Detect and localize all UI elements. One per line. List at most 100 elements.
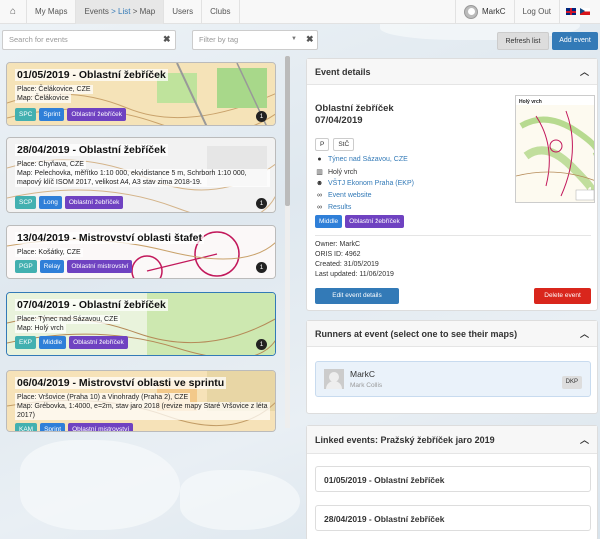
event-place: Place: Vršovice (Praha 10) a Vinohrady (… [15, 393, 191, 402]
event-card-selected[interactable]: 07/04/2019 - Oblastní žebříček Place: Tý… [6, 292, 276, 356]
runner-club-badge: DKP [561, 376, 582, 389]
event-place-row: ● Týnec nad Sázavou, CZE [315, 156, 408, 163]
users-icon: ☻ [315, 180, 324, 187]
scrollbar-thumb[interactable] [285, 56, 290, 206]
event-place: Place: Košátky, CZE [15, 248, 83, 257]
event-owner: Owner: MarkC [315, 241, 361, 248]
runner-card[interactable]: MarkC Mark Collis DKP [315, 361, 591, 397]
type-tag: Sprint [40, 423, 66, 431]
panel-title: Event details [315, 66, 371, 77]
event-website-link[interactable]: Event website [328, 192, 372, 199]
runner-count-badge: 1 [256, 111, 267, 122]
runner-count-badge: 1 [256, 198, 267, 209]
cz-flag-icon[interactable] [580, 8, 590, 15]
event-club-link[interactable]: VŠTJ Ekonom Praha (EKP) [328, 180, 414, 187]
edit-event-button[interactable]: Edit event details [315, 288, 399, 304]
map-marker-icon: ● [317, 156, 322, 163]
event-place: Place: Týnec nad Sázavou, CZE [15, 315, 121, 324]
event-map-thumbnail[interactable]: Holý vrch [515, 95, 595, 203]
nav-events-label[interactable]: Events [84, 7, 108, 16]
home-icon[interactable]: ⌂ [0, 6, 26, 17]
chevron-up-icon[interactable]: ︿ [580, 433, 589, 446]
linked-event-item[interactable]: 28/04/2019 - Oblastní žebříček [315, 505, 591, 531]
event-list-scrollbar[interactable] [285, 56, 290, 428]
event-level-pill: P [315, 138, 330, 151]
link-icon: ∞ [317, 204, 322, 211]
level-tag: Oblastní žebříček [67, 108, 126, 121]
runner-count-badge: 1 [256, 262, 267, 273]
event-date: 07/04/2019 [315, 115, 363, 126]
panel-title: Linked events: Pražský žebříček jaro 201… [315, 434, 495, 445]
navbar: ⌂ My Maps Events > List > Map Users Club… [0, 0, 600, 24]
event-title: Oblastní žebříček 07/04/2019 [315, 103, 394, 127]
nav-events-map[interactable]: > Map [133, 7, 155, 16]
event-card[interactable]: 13/04/2019 - Mistrovství oblasti štafet … [6, 225, 276, 279]
tag-filter-select[interactable]: Filter by tag [192, 30, 318, 50]
user-photo-icon [324, 369, 344, 389]
club-tag: SCP [15, 196, 37, 209]
logout-link[interactable]: Log Out [515, 7, 559, 16]
type-tag: Sprint [39, 108, 65, 121]
runners-header[interactable]: Runners at event (select one to see thei… [307, 321, 597, 347]
link-icon: ∞ [317, 192, 322, 199]
level-tag: Oblastní žebříček [64, 196, 124, 209]
event-title: 28/04/2019 - Oblastní žebříček [15, 144, 168, 156]
nav-clubs[interactable]: Clubs [202, 7, 238, 16]
event-created: Created: 31/05/2019 [315, 261, 379, 268]
event-card[interactable]: 06/04/2019 - Mistrovství oblasti ve spri… [6, 370, 276, 432]
user-menu[interactable]: MarkC [456, 4, 514, 19]
club-tag: SPC [15, 108, 37, 121]
linked-events-header[interactable]: Linked events: Pražský žebříček jaro 201… [307, 426, 597, 454]
event-title: 01/05/2019 - Oblastní žebříček [15, 69, 168, 81]
level-tag: Oblastní žebříček [345, 215, 404, 228]
event-map-name: Holý vrch [328, 168, 358, 176]
event-results-link[interactable]: Results [328, 204, 351, 211]
type-tag: Middle [39, 336, 67, 349]
linked-event-item[interactable]: 01/05/2019 - Oblastní žebříček [315, 466, 591, 492]
nav-events[interactable]: Events > List > Map [76, 0, 164, 24]
runners-panel: Runners at event (select one to see thei… [306, 320, 598, 414]
panel-title: Runners at event (select one to see thei… [315, 328, 518, 339]
club-tag: EKP [15, 336, 37, 349]
runner-count-badge: 1 [256, 339, 267, 350]
clear-search-icon[interactable]: ✖ [163, 34, 171, 45]
event-map: Map: Pelechovka, měřítko 1:10 000, ekvid… [15, 169, 270, 187]
event-website-row: ∞ Event website [315, 192, 372, 199]
event-map: Map: Grébovka, 1:4000, e=2m, stav jaro 2… [15, 402, 270, 420]
event-title: 07/04/2019 - Oblastní žebříček [15, 299, 168, 311]
nav-my-maps[interactable]: My Maps [27, 7, 75, 16]
event-oris-id: ORIS ID: 4962 [315, 251, 361, 258]
type-tag: Long [39, 196, 62, 209]
event-list: 01/05/2019 - Oblastní žebříček Place: Če… [0, 56, 283, 539]
username[interactable]: MarkC [482, 7, 506, 16]
event-region-pill: StČ [333, 138, 355, 151]
event-results-row: ∞ Results [315, 204, 351, 211]
event-card[interactable]: 01/05/2019 - Oblastní žebříček Place: Če… [6, 62, 276, 126]
event-place-link[interactable]: Týnec nad Sázavou, CZE [328, 156, 408, 163]
event-club-row: ☻ VŠTJ Ekonom Praha (EKP) [315, 180, 414, 187]
clear-tag-icon[interactable]: ✖ [306, 34, 314, 45]
add-event-button[interactable]: Add event [552, 32, 598, 50]
nav-events-list[interactable]: > List [111, 7, 130, 16]
type-tag: Middle [315, 215, 343, 228]
runner-fullname: Mark Collis [350, 382, 383, 389]
event-map: Map: Holý vrch [15, 324, 66, 333]
level-tag: Oblastní žebříček [69, 336, 128, 349]
chevron-up-icon[interactable]: ︿ [580, 327, 589, 340]
level-tag: Oblastní mistrovství [68, 423, 134, 431]
event-card[interactable]: 28/04/2019 - Oblastní žebříček Place: Ch… [6, 137, 276, 213]
chevron-up-icon[interactable]: ︿ [580, 65, 589, 78]
nav-users[interactable]: Users [164, 7, 201, 16]
refresh-list-button[interactable]: Refresh list [497, 32, 549, 50]
filter-bar: Search for events ✖ Filter by tag ▼ ✖ Re… [0, 30, 600, 52]
avatar [463, 4, 478, 19]
level-tag: Oblastní mistrovství [67, 260, 133, 273]
delete-event-button[interactable]: Delete event [534, 288, 591, 304]
search-input[interactable]: Search for events [2, 30, 176, 50]
chevron-down-icon[interactable]: ▼ [291, 36, 297, 42]
uk-flag-icon[interactable] [566, 8, 576, 15]
runner-username: MarkC [350, 369, 376, 379]
event-details-header[interactable]: Event details ︿ [307, 59, 597, 85]
map-icon: ▥ [316, 169, 323, 176]
club-tag: PGP [15, 260, 37, 273]
